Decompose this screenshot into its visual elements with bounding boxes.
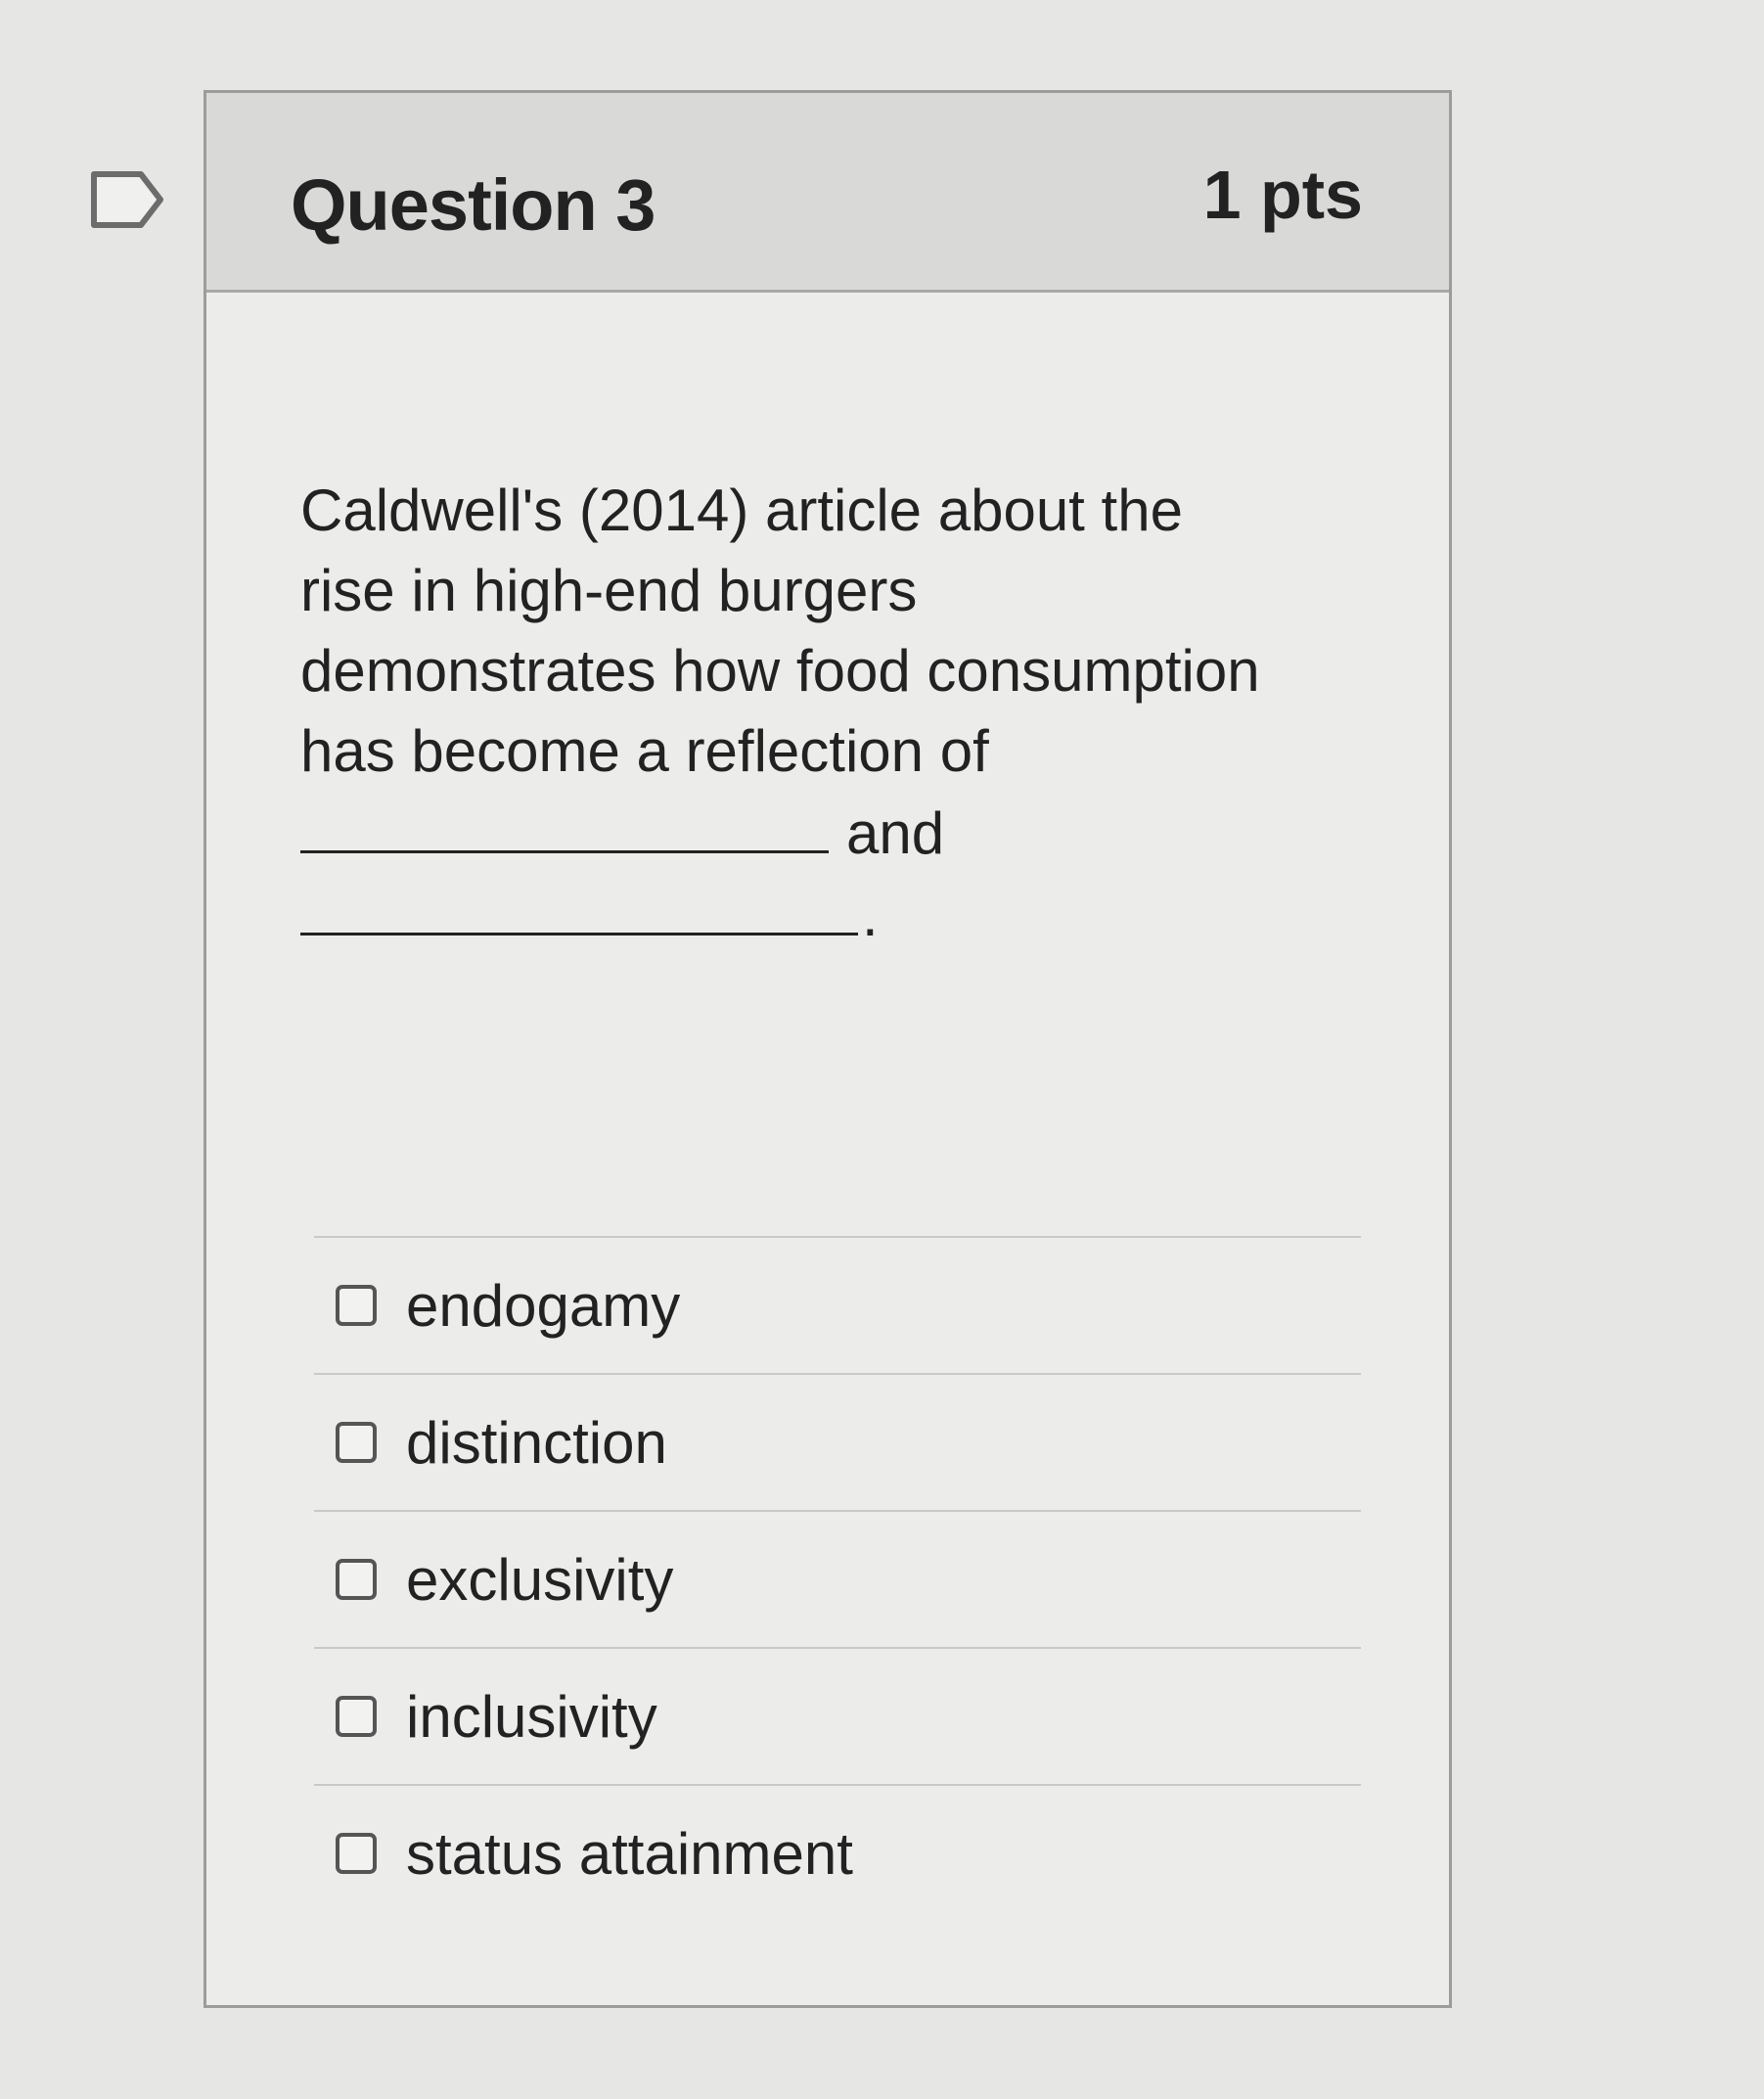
question-points: 1 pts xyxy=(1202,157,1363,233)
question-text-line: rise in high-end burgers xyxy=(300,558,918,623)
answer-option-inclusivity[interactable]: inclusivity xyxy=(314,1647,1361,1784)
end-punctuation: . xyxy=(862,883,879,948)
checkbox[interactable] xyxy=(336,1833,377,1874)
answer-option-status-attainment[interactable]: status attainment xyxy=(314,1784,1361,1921)
question-text: Caldwell's (2014) article about the rise… xyxy=(300,471,1396,956)
answer-option-distinction[interactable]: distinction xyxy=(314,1373,1361,1510)
answer-list: endogamy distinction exclusivity inclusi… xyxy=(314,1236,1361,1921)
question-card: Question 3 1 pts Caldwell's (2014) artic… xyxy=(204,90,1452,2008)
answer-label: inclusivity xyxy=(406,1683,657,1750)
question-title: Question 3 xyxy=(291,164,656,246)
blank-1 xyxy=(300,792,829,853)
blank-2 xyxy=(300,874,858,935)
question-text-line: has become a reflection of xyxy=(300,718,989,784)
question-header: Question 3 1 pts xyxy=(206,93,1449,293)
checkbox[interactable] xyxy=(336,1285,377,1326)
answer-label: status attainment xyxy=(406,1820,853,1887)
connector-text: and xyxy=(846,800,945,866)
checkbox[interactable] xyxy=(336,1422,377,1463)
question-text-line: Caldwell's (2014) article about the xyxy=(300,478,1183,543)
answer-label: distinction xyxy=(406,1409,667,1476)
question-text-line: demonstrates how food consumption xyxy=(300,638,1260,704)
answer-option-exclusivity[interactable]: exclusivity xyxy=(314,1510,1361,1647)
answer-label: endogamy xyxy=(406,1272,681,1339)
blank-line-1: and xyxy=(300,792,1396,874)
answer-option-endogamy[interactable]: endogamy xyxy=(314,1236,1361,1373)
checkbox[interactable] xyxy=(336,1696,377,1737)
answer-label: exclusivity xyxy=(406,1546,674,1613)
blank-line-2: . xyxy=(300,874,1396,956)
checkbox[interactable] xyxy=(336,1559,377,1600)
flag-question-icon[interactable] xyxy=(88,168,166,231)
